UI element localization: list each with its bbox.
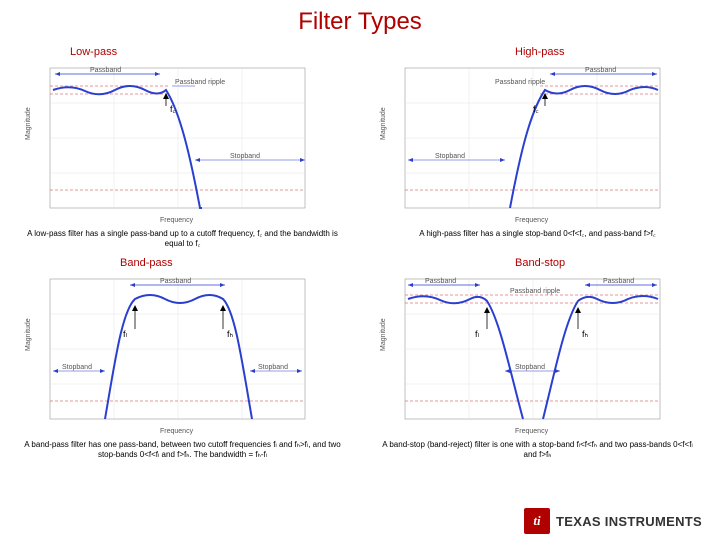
svg-text:f꜀: f꜀ [533, 104, 539, 114]
bandstop-cell: Band-stop Passband Passband P [375, 253, 700, 460]
svg-text:fₕ: fₕ [582, 329, 589, 339]
footer-brand: ti TEXAS INSTRUMENTS [524, 508, 702, 534]
svg-text:Frequency: Frequency [515, 428, 549, 435]
svg-text:fₕ: fₕ [227, 329, 234, 339]
ti-logo-icon: ti [524, 508, 550, 534]
svg-text:Passband: Passband [160, 278, 191, 285]
svg-text:Frequency: Frequency [515, 217, 549, 224]
svg-text:Frequency: Frequency [160, 217, 194, 224]
highpass-chart: Passband Passband ripple Stopband f꜀ Fre… [375, 60, 675, 225]
bandstop-caption: A band-stop (band-reject) filter is one … [375, 440, 700, 460]
ti-logo-text: TEXAS INSTRUMENTS [556, 514, 702, 529]
bandpass-chart: Passband Stopband Stopband fₗ [20, 271, 320, 436]
lowpass-cell: Low-pass Passband Passband r [20, 42, 345, 249]
fl-arrow-icon [484, 307, 490, 329]
svg-text:Magnitude: Magnitude [380, 107, 387, 140]
svg-text:fₗ: fₗ [123, 329, 128, 339]
svg-text:Stopband: Stopband [62, 364, 92, 371]
svg-text:fₗ: fₗ [475, 329, 480, 339]
svg-text:Magnitude: Magnitude [25, 107, 32, 140]
svg-text:Magnitude: Magnitude [380, 318, 387, 351]
fl-arrow-icon [132, 305, 138, 329]
svg-text:Passband ripple: Passband ripple [495, 79, 545, 86]
lowpass-chart: Passband Passband ripple Stopband [20, 60, 320, 225]
bandpass-cell: Band-pass Passband Stopband [20, 253, 345, 460]
chart-grid: Low-pass Passband Passband r [20, 42, 700, 460]
bandpass-caption: A band-pass filter has one pass-band, be… [20, 440, 345, 460]
svg-text:Stopband: Stopband [230, 153, 260, 160]
highpass-caption: A high-pass filter has a single stop-ban… [375, 229, 700, 239]
svg-text:Stopband: Stopband [258, 364, 288, 371]
highpass-cell: High-pass Passband Passband ripple [375, 42, 700, 249]
svg-text:Passband ripple: Passband ripple [510, 288, 560, 295]
lowpass-subtitle: Low-pass [70, 46, 117, 58]
svg-text:Stopband: Stopband [515, 364, 545, 371]
svg-text:Passband: Passband [603, 278, 634, 285]
fh-arrow-icon [220, 305, 226, 329]
lowpass-caption: A low-pass filter has a single pass-band… [20, 229, 345, 249]
svg-text:Passband: Passband [585, 67, 616, 74]
highpass-subtitle: High-pass [515, 46, 565, 58]
bandstop-subtitle: Band-stop [515, 257, 565, 269]
page-title: Filter Types [20, 8, 700, 36]
svg-text:Magnitude: Magnitude [25, 318, 32, 351]
svg-text:Passband: Passband [90, 67, 121, 74]
svg-text:Passband: Passband [425, 278, 456, 285]
svg-text:f꜀: f꜀ [170, 104, 176, 114]
fh-arrow-icon [575, 307, 581, 329]
bandstop-chart: Passband Passband Passband ripple Stopba… [375, 271, 675, 436]
svg-text:Stopband: Stopband [435, 153, 465, 160]
bandpass-subtitle: Band-pass [120, 257, 173, 269]
svg-text:Passband ripple: Passband ripple [175, 79, 225, 86]
svg-text:Frequency: Frequency [160, 428, 194, 435]
